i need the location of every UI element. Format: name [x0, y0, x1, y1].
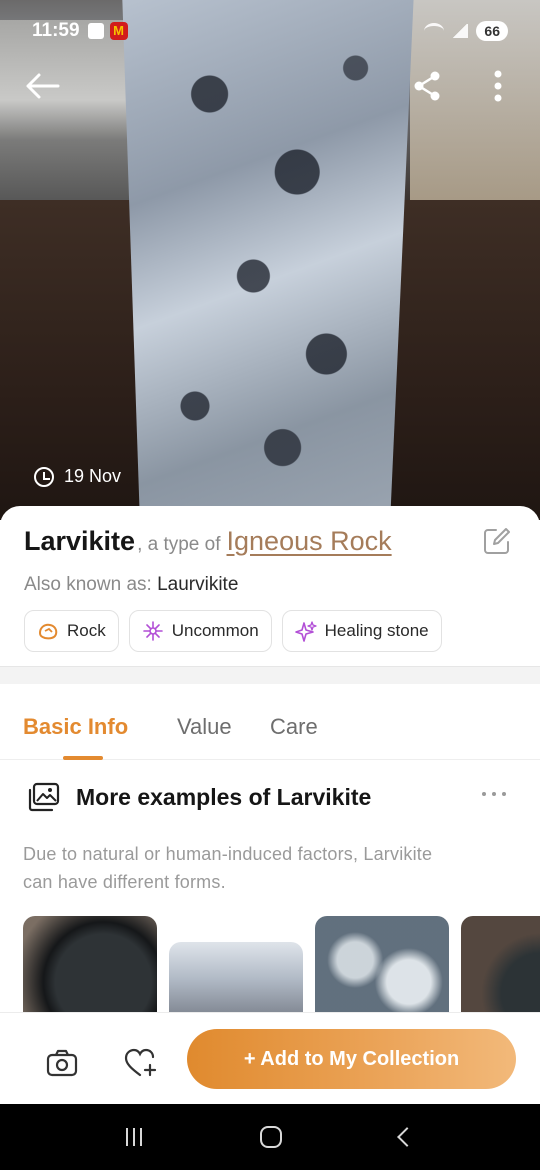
share-icon	[414, 71, 440, 101]
tab-basic-info[interactable]: Basic Info	[23, 714, 128, 740]
arrow-left-icon	[26, 73, 60, 99]
edit-icon	[484, 528, 510, 554]
status-bar: 11:59 M 66	[0, 0, 540, 62]
mcdonalds-icon: M	[109, 22, 128, 40]
title-row: Larvikite , a type of Igneous Rock	[24, 526, 392, 557]
more-vertical-icon	[494, 70, 502, 102]
status-time: 11:59	[32, 20, 80, 41]
example-thumbnail[interactable]	[461, 916, 540, 1012]
signal-icon	[452, 24, 469, 38]
recent-apps-icon[interactable]	[126, 1128, 148, 1146]
battery-level: 66	[484, 23, 500, 39]
wifi-icon	[424, 23, 445, 39]
chip-label: Uncommon	[171, 621, 259, 640]
clock-icon	[34, 466, 54, 487]
chip-uncommon[interactable]: Uncommon	[128, 610, 272, 652]
examples-title: More examples of Larvikite	[76, 783, 372, 810]
example-thumbnail[interactable]	[23, 916, 157, 1012]
tab-care[interactable]: Care	[270, 714, 318, 740]
share-button[interactable]	[405, 64, 449, 108]
example-thumbnail[interactable]	[315, 916, 449, 1012]
heart-plus-icon	[124, 1048, 157, 1077]
back-button[interactable]	[20, 64, 64, 108]
chip-healing-stone[interactable]: Healing stone	[281, 610, 442, 652]
sparkle-icon	[142, 621, 163, 641]
bottom-action-bar: + Add to My Collection	[0, 1012, 540, 1104]
tag-chips: Rock Uncommon Healing stone	[24, 610, 442, 652]
image-gallery-icon	[28, 782, 60, 812]
home-icon[interactable]	[260, 1126, 282, 1148]
camera-button[interactable]	[44, 1049, 82, 1079]
nav-back-icon[interactable]	[397, 1127, 417, 1147]
favorite-button[interactable]	[122, 1047, 160, 1079]
add-to-collection-button[interactable]: + Add to My Collection	[187, 1029, 516, 1089]
more-horizontal-icon	[482, 792, 506, 796]
aka-value: Laurvikite	[157, 574, 239, 595]
example-thumbnail[interactable]	[169, 942, 303, 1012]
photo-date-text: 19 Nov	[64, 466, 122, 486]
rock-icon	[38, 623, 58, 640]
chip-label: Rock	[67, 621, 106, 640]
photo-date: 19 Nov	[34, 466, 121, 487]
notification-icon	[87, 23, 104, 39]
tab-bar: Basic Info Value Care	[0, 684, 540, 760]
tab-value[interactable]: Value	[177, 714, 232, 740]
chip-label: Healing stone	[324, 621, 429, 640]
examples-header: More examples of Larvikite	[28, 782, 371, 812]
more-options-button[interactable]	[476, 64, 520, 108]
healing-sparkle-icon	[294, 621, 317, 642]
specimen-name: Larvikite	[24, 526, 136, 556]
type-prefix: , a type of	[137, 534, 221, 555]
examples-description: Due to natural or human-induced factors,…	[23, 844, 433, 892]
also-known-as: Also known as: Laurvikite	[24, 574, 238, 596]
examples-more-button[interactable]	[482, 792, 506, 796]
active-tab-indicator	[63, 756, 103, 760]
camera-icon	[46, 1049, 78, 1077]
larvikite-stone	[122, 0, 414, 510]
rock-type-link[interactable]: Igneous Rock	[227, 526, 392, 557]
edit-button[interactable]	[482, 526, 512, 556]
aka-label: Also known as:	[24, 574, 152, 595]
battery-icon: 66	[476, 21, 508, 41]
specimen-photo[interactable]	[0, 0, 540, 520]
add-to-collection-label: + Add to My Collection	[243, 1047, 460, 1070]
examples-carousel[interactable]	[23, 916, 540, 1012]
section-divider	[0, 666, 540, 684]
system-nav-bar	[0, 1104, 540, 1170]
chip-rock[interactable]: Rock	[24, 610, 119, 652]
